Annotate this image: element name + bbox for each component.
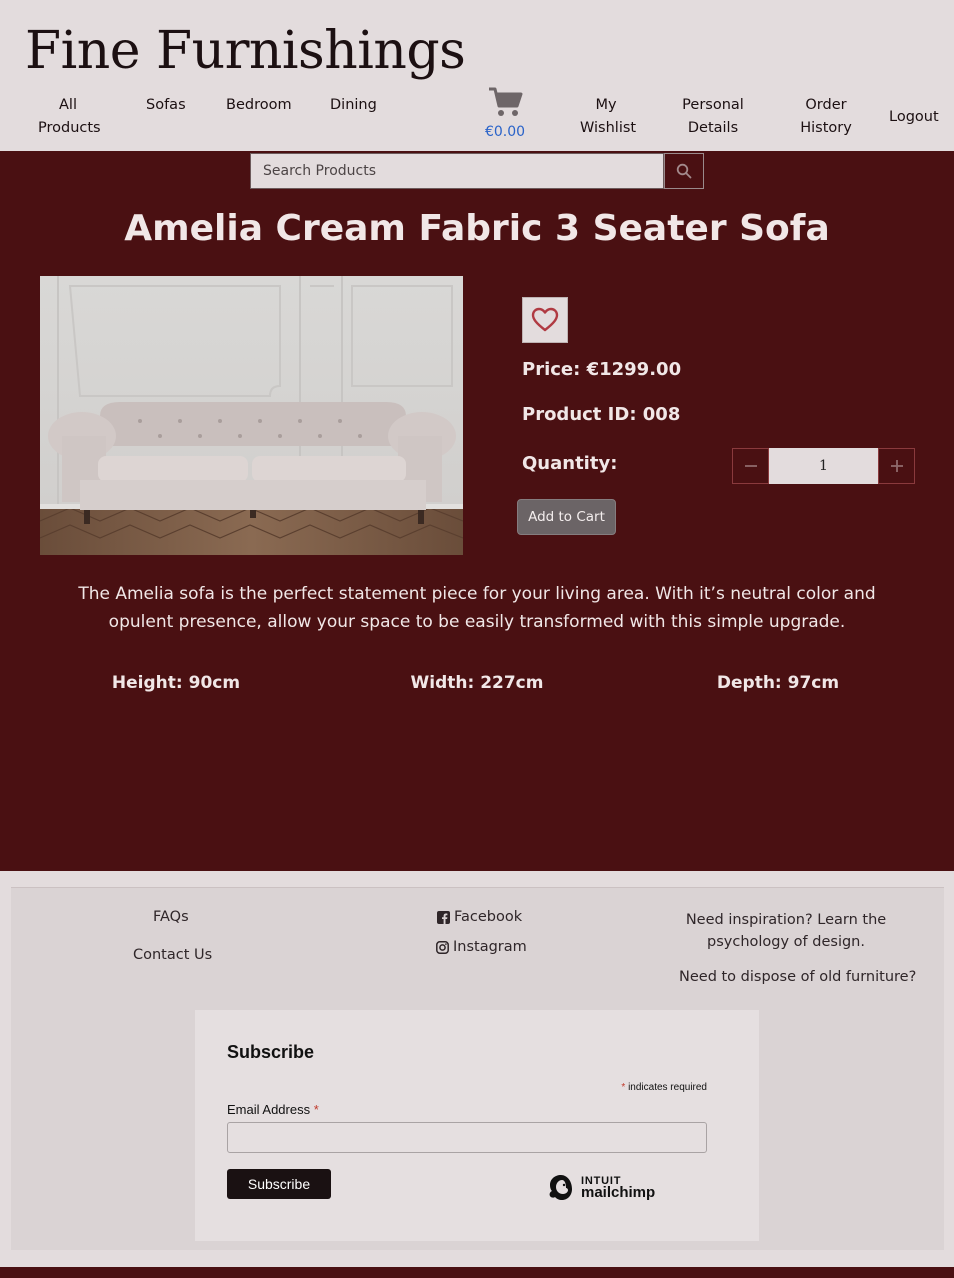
required-note-text: indicates required [628,1082,707,1093]
email-field[interactable] [227,1122,707,1153]
email-label: Email Address * [227,1102,319,1117]
cart-button[interactable]: €0.00 [484,86,526,140]
search-input[interactable] [250,153,664,189]
quantity-label: Quantity: [522,453,618,474]
footer-faqs-link[interactable]: FAQs [153,909,189,925]
site-header: Fine Furnishings All Products Sofas Bedr… [0,0,954,151]
email-label-text: Email Address [227,1102,311,1117]
quantity-stepper [732,448,915,484]
footer-facebook-link[interactable]: Facebook [437,909,522,925]
footer-instagram-link[interactable]: Instagram [436,939,527,955]
mailchimp-logo-bottom: mailchimp [581,1184,656,1201]
cart-total: €0.00 [484,124,526,140]
add-to-wishlist-button[interactable] [522,297,568,343]
email-required-asterisk: * [313,1102,319,1117]
footer-contact-link[interactable]: Contact Us [133,947,212,963]
nav-logout[interactable]: Logout [889,106,939,129]
nav-dining[interactable]: Dining [330,94,377,117]
add-to-cart-button[interactable]: Add to Cart [517,499,616,535]
bottom-bar [0,1267,954,1278]
nav-sofas[interactable]: Sofas [146,94,186,117]
instagram-icon [436,940,449,954]
facebook-icon [437,910,450,924]
footer-inspiration-link[interactable]: Need inspiration? Learn the psychology o… [680,909,892,953]
plus-icon [890,460,903,472]
facebook-label: Facebook [454,909,523,925]
quantity-decrement-button[interactable] [732,448,769,484]
product-height: Height: 90cm [111,673,241,693]
nav-personal-details[interactable]: Personal Details [680,94,746,140]
quantity-increment-button[interactable] [878,448,915,484]
subscribe-title: Subscribe [227,1042,315,1062]
product-id: Product ID: 008 [522,404,681,425]
search-button[interactable] [664,153,704,189]
search-icon [676,163,692,179]
subscribe-form: Subscribe * indicates required Email Add… [195,1010,759,1241]
nav-all-products[interactable]: All Products [38,94,101,140]
mailchimp-logo: INTUIT mailchimp [546,1170,666,1204]
search-bar [250,153,704,189]
product-depth: Depth: 97cm [716,673,840,693]
brand-logo[interactable]: Fine Furnishings [25,16,466,86]
nav-order-history[interactable]: Order History [800,94,852,140]
product-image [40,276,463,555]
shopping-cart-icon [489,87,523,116]
product-description: The Amelia sofa is the perfect statement… [78,584,876,632]
minus-icon [744,465,757,467]
instagram-label: Instagram [453,939,527,955]
subscribe-button[interactable]: Subscribe [227,1169,331,1199]
product-title: Amelia Cream Fabric 3 Seater Sofa [124,208,830,249]
product-width: Width: 227cm [410,673,544,693]
required-asterisk: * [621,1082,626,1093]
product-price: Price: €1299.00 [522,359,682,380]
heart-icon [531,307,559,332]
required-note: * indicates required [621,1082,707,1093]
nav-wishlist[interactable]: My Wishlist [580,94,636,140]
quantity-input[interactable] [769,448,878,484]
nav-bedroom[interactable]: Bedroom [226,94,292,117]
footer-dispose-link[interactable]: Need to dispose of old furniture? [679,969,916,985]
mailchimp-monkey-icon [549,1175,572,1200]
